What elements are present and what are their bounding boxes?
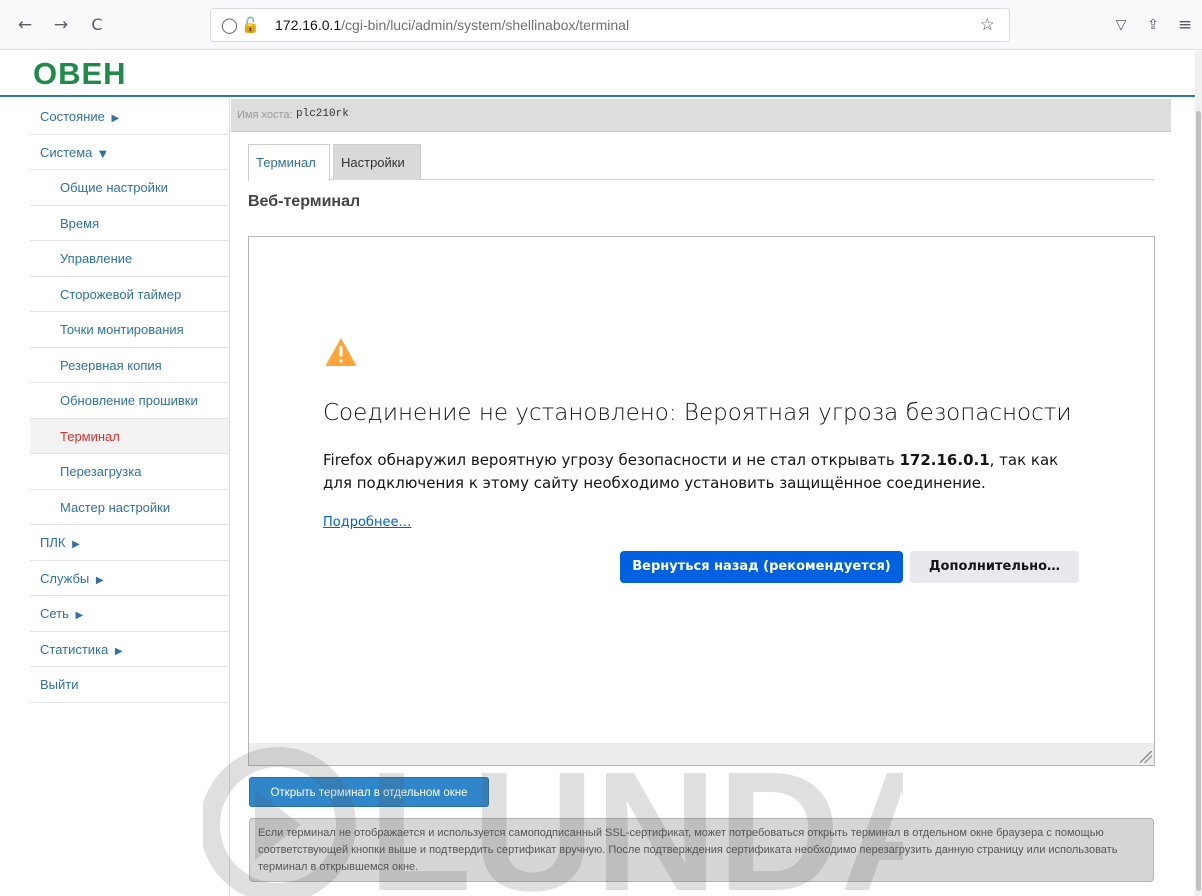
sidebar-item-label: Система [40, 144, 93, 160]
advanced-button[interactable]: Дополнительно… [910, 551, 1079, 583]
back-icon[interactable]: ← [14, 14, 36, 36]
menu-icon[interactable]: ≡ [1174, 14, 1196, 36]
oven-logo[interactable]: ОВЕН [33, 57, 127, 91]
sidebar-item-watchdog[interactable]: Сторожевой таймер [30, 277, 229, 312]
hostname-label: Имя хоста: [237, 109, 293, 121]
ssl-note: Если терминал не отображается и использу… [249, 818, 1154, 882]
insecure-lock-icon[interactable]: 🔓 [241, 16, 260, 34]
sidebar-item-backup[interactable]: Резервная копия [30, 348, 229, 383]
scrollbar-thumb[interactable] [1196, 111, 1201, 891]
tab-bar: Терминал Настройки [248, 144, 1154, 181]
caret-down-icon: ▼ [98, 148, 107, 160]
sidebar-item-statistics[interactable]: Статистика ▶ [30, 632, 229, 667]
tab-terminal[interactable]: Терминал [248, 144, 330, 181]
pocket-icon[interactable]: ▽ [1110, 14, 1132, 36]
sidebar-item-label: Сеть [40, 606, 69, 621]
sidebar-item-plc[interactable]: ПЛК ▶ [30, 525, 229, 561]
terminal-iframe[interactable]: Соединение не установлено: Вероятная угр… [248, 236, 1155, 766]
sidebar-item-setup-wizard[interactable]: Мастер настройки [30, 490, 229, 525]
warning-icon [325, 338, 357, 366]
reload-icon[interactable]: C [86, 14, 108, 36]
resize-grip-icon[interactable] [1140, 751, 1152, 763]
sidebar-item-mount-points[interactable]: Точки монтирования [30, 312, 229, 348]
caret-right-icon: ▶ [111, 113, 120, 124]
caret-right-icon: ▶ [114, 645, 123, 657]
sidebar-item-management[interactable]: Управление [30, 241, 229, 277]
error-text-before: Firefox обнаружил вероятную угрозу безоп… [323, 451, 900, 469]
sidebar-item-services[interactable]: Службы ▶ [30, 561, 229, 596]
sidebar-item-reboot[interactable]: Перезагрузка [30, 454, 229, 490]
sidebar-item-label: Службы [40, 570, 90, 586]
sidebar-item-firmware-update[interactable]: Обновление прошивки [30, 383, 229, 419]
learn-more-link[interactable]: Подробнее… [323, 515, 411, 530]
frame-footer [249, 743, 1154, 765]
sidebar-item-label: ПЛК [40, 535, 66, 550]
sidebar-item-label: Состояние [40, 109, 105, 124]
bookmark-star-icon[interactable]: ☆ [980, 15, 995, 35]
sidebar-item-system[interactable]: Система ▼ [30, 135, 229, 170]
forward-icon[interactable]: → [50, 14, 72, 36]
sidebar-item-status[interactable]: Состояние ▶ [30, 99, 229, 135]
open-terminal-window-button[interactable]: Открыть терминал в отдельном окне [249, 777, 489, 807]
extensions-icon[interactable]: ⇪ [1142, 14, 1164, 36]
sidebar-item-time[interactable]: Время [30, 206, 229, 241]
error-title: Соединение не установлено: Вероятная угр… [323, 400, 1072, 426]
tab-settings[interactable]: Настройки [333, 144, 421, 180]
hostname-bar: Имя хоста: plc210rk [231, 99, 1171, 132]
url-bar[interactable]: ◯ 🔓 172.16.0.1/cgi-bin/luci/admin/system… [210, 8, 1010, 42]
caret-right-icon: ▶ [75, 610, 84, 621]
browser-toolbar: ← → C ◯ 🔓 172.16.0.1/cgi-bin/luci/admin/… [0, 0, 1202, 50]
sidebar-item-terminal[interactable]: Терминал [30, 418, 229, 454]
page-title: Веб-терминал [248, 193, 361, 210]
sidebar-item-label: Статистика [40, 641, 109, 657]
caret-right-icon: ▶ [72, 539, 80, 550]
url-path: /cgi-bin/luci/admin/system/shellinabox/t… [341, 17, 630, 33]
logo-text: ОВЕН [33, 56, 127, 91]
sidebar-item-general-settings[interactable]: Общие настройки [30, 170, 229, 206]
tracking-shield-icon[interactable]: ◯ [221, 16, 238, 34]
hostname-value: plc210rk [296, 108, 349, 120]
sidebar-menu: Состояние ▶ Система ▼ Общие настройки Вр… [30, 99, 230, 896]
url-host: 172.16.0.1 [275, 17, 342, 33]
error-description: Firefox обнаружил вероятную угрозу безоп… [323, 449, 1083, 495]
go-back-button[interactable]: Вернуться назад (рекомендуется) [620, 551, 903, 583]
caret-right-icon: ▶ [95, 574, 104, 586]
error-host: 172.16.0.1 [899, 451, 990, 469]
sidebar-item-logout[interactable]: Выйти [30, 667, 229, 703]
luci-header: ОВЕН [0, 51, 1202, 97]
url-text[interactable]: 172.16.0.1/cgi-bin/luci/admin/system/she… [275, 17, 629, 33]
page-scrollbar[interactable] [1195, 51, 1202, 896]
sidebar-item-network[interactable]: Сеть ▶ [30, 596, 229, 632]
